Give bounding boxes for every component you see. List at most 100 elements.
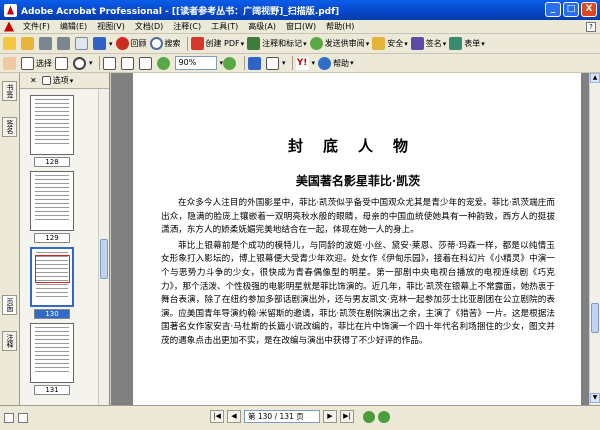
- minimize-button[interactable]: _: [545, 2, 561, 17]
- title-bar: Adobe Acrobat Professional - [[读者参考丛书：广阔…: [0, 0, 600, 20]
- next-view-icon[interactable]: [378, 410, 390, 423]
- forms-label: 表单: [464, 39, 481, 48]
- acrobat-app-icon[interactable]: [4, 3, 17, 17]
- organize-button[interactable]: [21, 36, 36, 52]
- forms-button[interactable]: 表单 ▾: [449, 36, 485, 52]
- create-pdf-button[interactable]: 创建 PDF ▾: [190, 36, 245, 52]
- tab-bookmarks[interactable]: 书签: [2, 81, 17, 101]
- menu-view[interactable]: 视图(V): [92, 21, 130, 32]
- chevron-down-icon[interactable]: ▾: [312, 59, 316, 67]
- menu-comments[interactable]: 注释(C): [168, 21, 206, 32]
- zoom-in-button[interactable]: [223, 55, 238, 71]
- save-button[interactable]: [39, 36, 54, 52]
- stop-button[interactable]: 回顾: [115, 36, 147, 52]
- pages-panel: ✕ 选项 ▾ 128 129 130 131: [20, 73, 110, 405]
- email-icon: [75, 37, 88, 50]
- page-heading: 封底人物: [287, 137, 428, 155]
- fit-page-button[interactable]: [120, 55, 136, 71]
- previous-view-icon[interactable]: [363, 410, 375, 423]
- page-thumbnail-label: 128: [34, 157, 70, 167]
- document-scrollbar[interactable]: ▲ ▼: [589, 73, 600, 405]
- document-menu-icon[interactable]: [4, 21, 14, 32]
- document-view[interactable]: 封底人物 美国著名影星菲比·凯茨 在众多今人注目的外国影星中，菲比·凯茨似乎备受…: [111, 73, 589, 405]
- security-button[interactable]: 安全 ▾: [372, 36, 408, 52]
- tab-comments[interactable]: 注释: [2, 331, 17, 351]
- rotate-button[interactable]: [248, 55, 263, 71]
- open-folder-icon: [3, 37, 16, 50]
- tab-pages[interactable]: 页面: [2, 295, 17, 315]
- menu-help[interactable]: 帮助(H): [321, 21, 359, 32]
- navigation-tabs: 书签 签名 页面 注释: [0, 73, 20, 405]
- last-page-button[interactable]: ▶|: [340, 410, 354, 423]
- print-button[interactable]: [57, 36, 72, 52]
- page-thumbnail-selected[interactable]: [30, 247, 74, 307]
- fit-width-button[interactable]: [138, 55, 154, 71]
- zoom-tool-button[interactable]: ▾: [73, 55, 93, 71]
- help-question-icon[interactable]: ?: [586, 21, 596, 32]
- first-page-button[interactable]: |◀: [210, 410, 224, 423]
- chevron-down-icon[interactable]: ▾: [350, 59, 354, 67]
- page-thumbnail[interactable]: [30, 323, 74, 383]
- scrollbar-thumb[interactable]: [100, 239, 108, 279]
- help-button[interactable]: 帮助 ▾: [318, 55, 354, 71]
- chevron-down-icon[interactable]: ▾: [109, 40, 113, 48]
- menu-tools[interactable]: 工具(T): [206, 21, 243, 32]
- select-tool-button[interactable]: 选择: [21, 55, 52, 71]
- menu-window[interactable]: 窗口(W): [281, 21, 321, 32]
- yahoo-toolbar-button[interactable]: Y! ▾: [295, 55, 316, 71]
- chevron-down-icon[interactable]: ▾: [443, 40, 447, 48]
- comment-markup-button[interactable]: 注释和标记 ▾: [247, 36, 307, 52]
- close-panel-icon[interactable]: ✕: [30, 76, 37, 85]
- scrollbar-thumb[interactable]: [591, 303, 599, 333]
- tab-signatures[interactable]: 签名: [2, 117, 17, 137]
- page-thumbnail[interactable]: [30, 171, 74, 231]
- sign-pen-icon: [410, 37, 424, 50]
- page-thumbnail[interactable]: [30, 95, 74, 155]
- chevron-down-icon[interactable]: ▾: [366, 40, 370, 48]
- open-button[interactable]: [3, 36, 18, 52]
- send-review-button[interactable]: 发送供审阅 ▾: [309, 36, 370, 52]
- sign-button[interactable]: 签名 ▾: [410, 36, 447, 52]
- main-toolbar: ▾ 回顾 搜索 创建 PDF ▾ 注释和标记 ▾ 发送供审阅 ▾ 安全 ▾ 签名 ▾ 表单…: [0, 34, 600, 54]
- menu-document[interactable]: 文档(D): [130, 21, 168, 32]
- text-select-icon: [21, 56, 34, 70]
- previous-page-button[interactable]: ◀: [227, 410, 241, 423]
- attach-button[interactable]: ▾: [93, 36, 113, 52]
- page-number-field[interactable]: 第 130 / 131 页: [244, 410, 320, 423]
- menu-edit[interactable]: 编辑(E): [55, 21, 92, 32]
- next-page-button[interactable]: ▶: [323, 410, 337, 423]
- chevron-down-icon[interactable]: ▾: [70, 77, 74, 85]
- search-icon: [149, 37, 163, 50]
- scroll-down-icon[interactable]: ▼: [590, 393, 600, 403]
- page-layout-button[interactable]: ▾: [266, 55, 286, 71]
- page-subheading: 美国著名影星菲比·凯茨: [295, 174, 421, 188]
- trash-icon[interactable]: [41, 76, 51, 85]
- zoom-out-button[interactable]: [156, 55, 172, 71]
- chevron-down-icon[interactable]: ▾: [89, 59, 93, 67]
- page-size-icon[interactable]: [4, 413, 14, 423]
- menu-file[interactable]: 文件(F): [18, 21, 55, 32]
- zoom-level-field[interactable]: 90%: [174, 56, 217, 70]
- search-button[interactable]: 搜索: [149, 36, 181, 52]
- thumbnail-scrollbar[interactable]: [98, 89, 109, 405]
- print-icon: [57, 37, 70, 50]
- comment-icon: [247, 37, 261, 50]
- visible-area-indicator[interactable]: [35, 255, 70, 283]
- close-button[interactable]: X: [581, 2, 597, 17]
- layout-icon[interactable]: [18, 413, 28, 423]
- chevron-down-icon[interactable]: ▾: [282, 59, 286, 67]
- hand-icon: [3, 56, 16, 70]
- options-menu[interactable]: 选项: [53, 75, 69, 86]
- chevron-down-icon[interactable]: ▾: [404, 40, 408, 48]
- scroll-up-icon[interactable]: ▲: [590, 73, 600, 83]
- actual-size-button[interactable]: [102, 55, 118, 71]
- maximize-button[interactable]: □: [563, 2, 579, 17]
- menu-advanced[interactable]: 高级(A): [243, 21, 281, 32]
- hand-tool-button[interactable]: [3, 55, 18, 71]
- snapshot-button[interactable]: [55, 55, 70, 71]
- chevron-down-icon[interactable]: ▾: [241, 40, 245, 48]
- email-button[interactable]: [75, 36, 90, 52]
- chevron-down-icon[interactable]: ▾: [481, 40, 485, 48]
- chevron-down-icon[interactable]: ▾: [303, 40, 307, 48]
- snapshot-icon: [55, 56, 68, 70]
